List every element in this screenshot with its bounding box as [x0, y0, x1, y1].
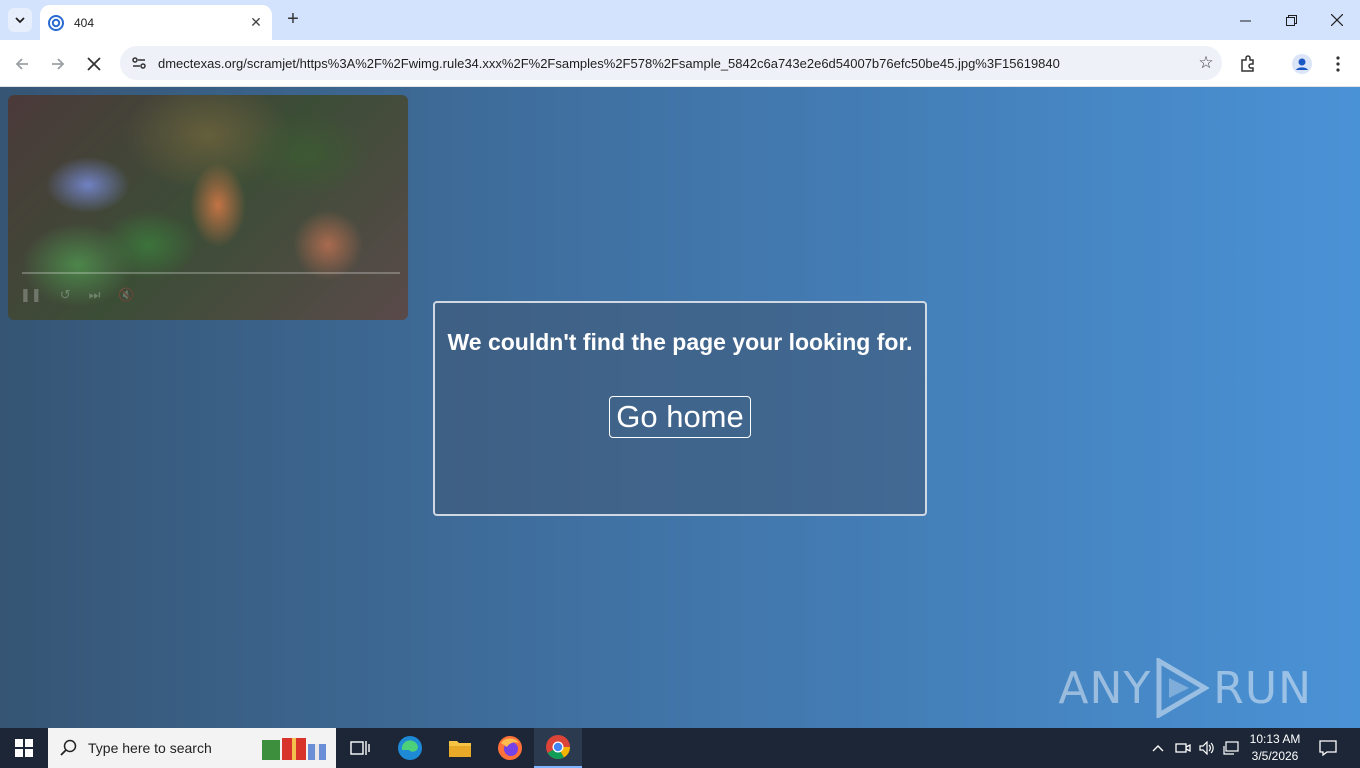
windows-logo-icon — [15, 739, 33, 757]
tray-meet-now[interactable] — [1172, 728, 1194, 768]
volume-icon — [1199, 741, 1214, 755]
taskbar-firefox[interactable] — [486, 728, 534, 768]
extensions-button[interactable] — [1234, 50, 1262, 78]
mute-icon[interactable]: 🔇 — [118, 287, 134, 303]
more-vertical-icon — [1336, 56, 1340, 72]
forward-arrow-icon — [52, 58, 65, 70]
profile-button[interactable] — [1288, 50, 1316, 78]
start-button[interactable] — [0, 728, 48, 768]
new-tab-button[interactable]: + — [282, 8, 304, 30]
video-player[interactable]: ❚❚ ↺ ⏭ 🔇 — [8, 95, 408, 320]
site-favicon-icon — [48, 14, 64, 31]
avatar-icon — [1292, 54, 1312, 74]
close-window-button[interactable] — [1314, 0, 1360, 40]
firefox-icon — [498, 736, 522, 760]
taskbar-search[interactable]: Type here to search — [48, 728, 336, 768]
site-info-icon[interactable] — [128, 52, 150, 74]
watermark-left-text: ANY — [1058, 662, 1152, 714]
tray-overflow-button[interactable] — [1148, 728, 1168, 768]
minimize-button[interactable] — [1222, 0, 1268, 40]
tab-strip: 404 ✕ + — [0, 0, 1360, 40]
forward-button[interactable] — [44, 50, 72, 78]
menu-button[interactable] — [1324, 50, 1352, 78]
stop-loading-button[interactable] — [80, 50, 108, 78]
play-logo-icon — [1156, 658, 1210, 718]
next-icon[interactable]: ⏭ — [89, 287, 101, 303]
close-icon — [1331, 14, 1343, 26]
browser-tab[interactable]: 404 ✕ — [40, 5, 272, 40]
back-arrow-icon — [15, 58, 28, 70]
taskbar-clock[interactable]: 10:13 AM 3/5/2026 — [1244, 731, 1306, 765]
chevron-up-icon — [1152, 745, 1164, 752]
tray-network[interactable] — [1220, 728, 1242, 768]
minimize-icon — [1239, 20, 1251, 21]
video-controls: ❚❚ ↺ ⏭ 🔇 — [8, 270, 408, 320]
chevron-down-icon — [15, 17, 25, 24]
taskbar-edge[interactable] — [386, 728, 434, 768]
browser-toolbar: dmectexas.org/scramjet/https%3A%2F%2Fwim… — [0, 40, 1360, 87]
search-icon — [60, 739, 77, 756]
url-text[interactable]: dmectexas.org/scramjet/https%3A%2F%2Fwim… — [158, 56, 1190, 71]
bookmark-star-icon[interactable]: ☆ — [1190, 53, 1222, 73]
taskbar: Type here to search 10:13 AM 3/5/2026 — [0, 728, 1360, 768]
puzzle-icon — [1241, 55, 1254, 72]
watermark-right-text: RUN — [1213, 662, 1312, 714]
taskbar-chrome[interactable] — [534, 728, 582, 768]
folder-icon — [449, 741, 471, 757]
address-bar[interactable]: dmectexas.org/scramjet/https%3A%2F%2Fwim… — [120, 46, 1222, 80]
back-button[interactable] — [8, 50, 36, 78]
notification-icon — [1319, 740, 1337, 756]
error-heading: We couldn't find the page your looking f… — [447, 329, 913, 355]
notifications-button[interactable] — [1312, 728, 1344, 768]
tab-close-icon[interactable]: ✕ — [248, 14, 264, 31]
restore-icon — [1285, 14, 1297, 26]
anyrun-watermark: ANY RUN — [1058, 658, 1312, 718]
taskbar-file-explorer[interactable] — [436, 728, 484, 768]
go-home-button[interactable]: Go home — [609, 396, 751, 438]
gift-icon — [262, 738, 326, 760]
restore-button[interactable] — [1268, 0, 1314, 40]
tab-search-button[interactable] — [8, 8, 32, 32]
error-card: We couldn't find the page your looking f… — [433, 301, 927, 516]
tray-volume[interactable] — [1196, 728, 1218, 768]
page-content: ❚❚ ↺ ⏭ 🔇 We couldn't find the page your … — [0, 87, 1360, 728]
replay-icon[interactable]: ↺ — [60, 287, 71, 303]
stop-icon — [87, 57, 101, 71]
network-icon — [1223, 741, 1239, 755]
search-placeholder: Type here to search — [88, 740, 212, 756]
play-icon[interactable]: ❚❚ — [20, 287, 42, 303]
camera-icon — [1175, 743, 1191, 753]
task-view-button[interactable] — [336, 728, 384, 768]
edge-icon — [398, 736, 422, 760]
chrome-icon — [546, 735, 570, 760]
clock-date: 3/5/2026 — [1251, 749, 1299, 763]
task-view-icon — [350, 741, 370, 755]
clock-time: 10:13 AM — [1249, 732, 1301, 746]
tab-title: 404 — [74, 15, 95, 30]
